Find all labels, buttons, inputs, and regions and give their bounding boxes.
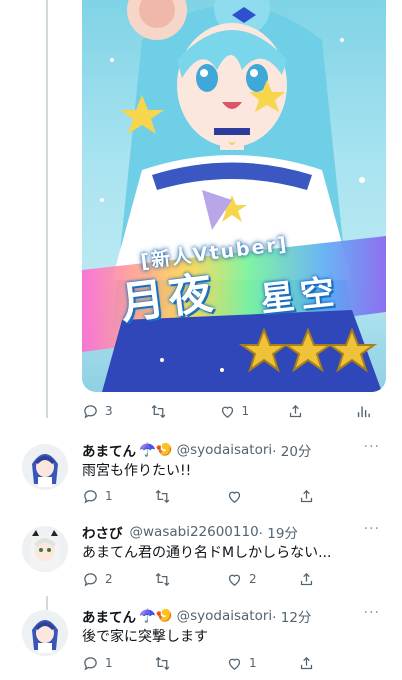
share-icon (300, 572, 313, 585)
like-button[interactable]: 1 (219, 403, 287, 420)
more-options-button[interactable]: ··· (364, 521, 380, 537)
retweet-icon (155, 489, 170, 503)
avatar-illustration (22, 526, 68, 572)
avatar-illustration (22, 444, 68, 490)
reply-count: 1 (105, 656, 113, 670)
analytics-button[interactable] (355, 403, 372, 420)
like-button[interactable]: 1 (226, 655, 298, 672)
share-button[interactable] (298, 571, 370, 588)
heart-icon (228, 658, 241, 670)
reply-button[interactable]: 1 (82, 655, 154, 672)
share-button[interactable] (287, 403, 355, 420)
reply-icon (84, 489, 97, 504)
name-emojis: ☂️🍤 (139, 608, 173, 624)
like-count: 1 (241, 404, 250, 418)
share-button[interactable] (298, 655, 370, 672)
like-button[interactable] (226, 488, 298, 505)
user-handle[interactable]: @syodaisatori (177, 608, 273, 624)
retweet-button[interactable] (154, 488, 226, 505)
timestamp[interactable]: · 19分 (259, 522, 298, 542)
display-name[interactable]: あまてん (82, 606, 136, 626)
thread-line (46, 0, 48, 418)
retweet-icon (155, 572, 170, 586)
reply-icon (84, 656, 97, 671)
character-name-last: 星空 (258, 271, 343, 321)
timestamp[interactable]: · 20分 (272, 440, 311, 460)
character-name-first: 月夜 (117, 267, 220, 330)
analytics-icon (357, 406, 370, 417)
share-button[interactable] (298, 488, 370, 505)
heart-icon (228, 574, 241, 586)
retweet-icon (155, 656, 170, 670)
retweet-button[interactable] (154, 655, 226, 672)
tweet-text: あまてん君の通り名ドMしかしらない... (82, 545, 332, 561)
reply-button[interactable]: 1 (82, 488, 154, 505)
avatar[interactable] (22, 610, 68, 656)
reply-count: 1 (105, 489, 113, 503)
reply-count: 3 (105, 404, 113, 418)
like-button[interactable]: 2 (226, 571, 298, 588)
share-icon (300, 489, 313, 502)
character-illustration (82, 0, 386, 392)
user-handle[interactable]: @syodaisatori (177, 442, 273, 458)
timestamp[interactable]: · 12分 (272, 606, 311, 626)
avatar[interactable] (22, 526, 68, 572)
display-name[interactable]: わさび (82, 522, 123, 542)
retweet-button[interactable] (150, 403, 218, 420)
retweet-icon (151, 404, 166, 418)
tweet-actions: 1 (82, 486, 372, 506)
more-options-button[interactable]: ··· (364, 439, 380, 455)
share-icon (289, 404, 301, 417)
reply-count: 2 (105, 572, 113, 586)
retweet-button[interactable] (154, 571, 226, 588)
user-handle[interactable]: @wasabi22600110 (130, 524, 259, 540)
share-icon (300, 656, 313, 669)
thread-line (46, 596, 48, 610)
like-count: 2 (249, 572, 257, 586)
name-emojis: ☂️🍤 (139, 442, 173, 458)
reply-icon (84, 572, 97, 587)
like-count: 1 (249, 656, 257, 670)
tweet-text: 雨宮も作りたい!! (82, 463, 192, 479)
post-image[interactable]: [新人Vtuber] 月夜 星空 (82, 0, 386, 392)
tweet-actions: 1 1 (82, 653, 372, 673)
tweet-actions: 2 2 (82, 569, 372, 589)
heart-icon (221, 406, 233, 418)
avatar[interactable] (22, 444, 68, 490)
tweet-text: 後で家に突撃します (82, 629, 208, 645)
reply-icon (84, 404, 97, 419)
avatar-illustration (22, 610, 68, 656)
heart-icon (228, 491, 241, 503)
top-post-actions: 3 1 (82, 401, 372, 421)
reply-button[interactable]: 2 (82, 571, 154, 588)
reply-button[interactable]: 3 (82, 403, 150, 420)
display-name[interactable]: あまてん (82, 440, 136, 460)
more-options-button[interactable]: ··· (364, 605, 380, 621)
